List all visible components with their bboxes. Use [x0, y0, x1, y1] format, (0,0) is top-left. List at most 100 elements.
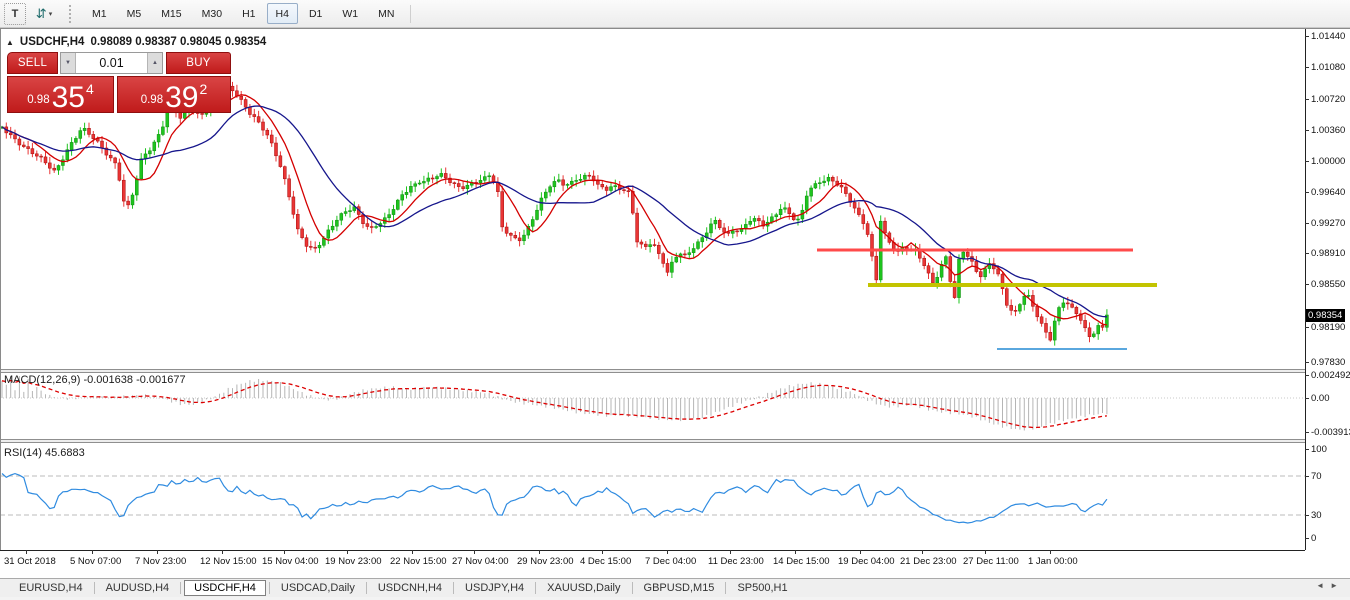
price-axis-tick [1305, 223, 1309, 224]
chart-tab-audusd[interactable]: AUDUSD,H4 [98, 581, 178, 595]
date-axis-label: 14 Dec 15:00 [773, 556, 830, 567]
collapse-triangle-icon[interactable]: ▲ [6, 38, 14, 47]
macd-axis-label: 0.002492 [1311, 370, 1350, 381]
price-axis-tick [1305, 99, 1309, 100]
timeframe-button-h1[interactable]: H1 [233, 3, 264, 24]
macd-indicator-label: MACD(12,26,9) -0.001638 -0.001677 [4, 374, 186, 386]
price-axis-label: 1.01080 [1311, 62, 1346, 73]
chart-symbol-label: USDCHF,H4 [19, 36, 85, 48]
tab-scroll-right-icon[interactable]: ► [1330, 581, 1344, 590]
date-axis-label: 4 Dec 15:00 [580, 556, 632, 567]
date-axis-tick [730, 550, 731, 554]
date-axis-label: 22 Nov 15:00 [390, 556, 447, 567]
tab-separator [631, 582, 633, 594]
timeframe-button-m15[interactable]: M15 [152, 3, 190, 24]
rsi-axis-tick [1305, 449, 1309, 450]
sell-button[interactable]: SELL [7, 52, 58, 74]
chart-tab-bar: EURUSD,H4 AUDUSD,H4 USDCHF,H4 USDCAD,Daily U… [0, 578, 1350, 597]
timeframe-button-w1[interactable]: W1 [333, 3, 367, 24]
arrange-charts-button[interactable]: ⇵ ▾ [28, 3, 60, 25]
date-axis-tick [412, 550, 413, 554]
volume-input[interactable]: 0.01 [76, 53, 147, 73]
volume-increase-button[interactable]: ▲ [147, 53, 162, 73]
chart-tab-usdchf[interactable]: USDCHF,H4 [184, 580, 266, 596]
date-axis-line [0, 550, 1305, 551]
price-axis-tick [1305, 327, 1309, 328]
date-axis-tick [795, 550, 796, 554]
rsi-chart-canvas[interactable] [0, 443, 1305, 550]
date-axis-tick [92, 550, 93, 554]
date-axis-tick [347, 550, 348, 554]
date-axis-tick [602, 550, 603, 554]
mt4-window: T ⇵ ▾ M1 M5 M15 M30 H1 H4 D1 W1 MN ▲ USDCHF,H4 0… [0, 0, 1350, 600]
tab-separator [365, 582, 367, 594]
rsi-axis-tick [1305, 476, 1309, 477]
macd-axis-tick [1305, 375, 1309, 376]
date-axis-label: 31 Oct 2018 [4, 556, 56, 567]
toolbar-separator [410, 4, 412, 23]
buy-price-display[interactable]: 0.98 39 2 [117, 76, 231, 113]
volume-decrease-button[interactable]: ▼ [61, 53, 76, 73]
tab-separator [453, 582, 455, 594]
chart-tab-usdcad[interactable]: USDCAD,Daily [273, 581, 363, 595]
chart-title: ▲ USDCHF,H4 0.98089 0.98387 0.98045 0.98… [6, 36, 266, 48]
tab-separator [93, 582, 95, 594]
date-axis-label: 1 Jan 00:00 [1028, 556, 1078, 567]
chart-tab-sp500[interactable]: SP500,H1 [729, 581, 795, 595]
timeframe-button-m30[interactable]: M30 [193, 3, 231, 24]
rsi-axis-label: 30 [1311, 510, 1322, 521]
rsi-axis-label: 0 [1311, 533, 1317, 544]
timeframe-button-m1[interactable]: M1 [83, 3, 116, 24]
rsi-axis-tick [1305, 515, 1309, 516]
price-axis-tick [1305, 67, 1309, 68]
price-axis-line [1305, 28, 1306, 550]
chart-tab-usdcnh[interactable]: USDCNH,H4 [370, 581, 450, 595]
timeframe-button-m5[interactable]: M5 [118, 3, 151, 24]
date-axis-tick [667, 550, 668, 554]
rsi-axis-label: 100 [1311, 444, 1327, 455]
price-axis-label: 0.98910 [1311, 248, 1346, 259]
date-axis-label: 19 Dec 04:00 [838, 556, 895, 567]
tab-separator [180, 582, 182, 594]
buy-button[interactable]: BUY [166, 52, 231, 74]
macd-axis-label: 0.00 [1311, 393, 1330, 404]
one-click-trading-panel: SELL ▼ 0.01 ▲ BUY 0.98 35 4 0.98 39 2 [7, 52, 231, 113]
tab-scroll-left-icon[interactable]: ◄ [1316, 581, 1330, 590]
sell-price-display[interactable]: 0.98 35 4 [7, 76, 114, 113]
date-axis-label: 12 Nov 15:00 [200, 556, 257, 567]
chart-top-border [0, 28, 1350, 29]
date-axis-label: 21 Dec 23:00 [900, 556, 957, 567]
chart-tab-xauusd[interactable]: XAUUSD,Daily [539, 581, 628, 595]
chart-tab-eurusd[interactable]: EURUSD,H4 [11, 581, 91, 595]
chart-ohlc-values: 0.98089 0.98387 0.98045 0.98354 [90, 36, 267, 48]
macd-axis-tick [1305, 432, 1309, 433]
date-axis-tick [1050, 550, 1051, 554]
price-axis-tick [1305, 161, 1309, 162]
buy-price-prefix: 0.98 [140, 94, 164, 106]
date-axis-tick [474, 550, 475, 554]
up-down-arrows-icon: ⇵ [35, 5, 47, 21]
rsi-axis-label: 70 [1311, 471, 1322, 482]
date-axis-label: 29 Nov 23:00 [517, 556, 574, 567]
text-tool-button[interactable]: T [4, 2, 26, 25]
toolbar-grip[interactable] [69, 4, 76, 23]
price-axis-label: 0.99270 [1311, 218, 1346, 229]
timeframe-group: M1 M5 M15 M30 H1 H4 D1 W1 MN [82, 3, 404, 24]
date-axis-tick [157, 550, 158, 554]
tab-scroll-arrows[interactable]: ◄► [1316, 581, 1344, 590]
price-axis-tick [1305, 362, 1309, 363]
chart-tab-usdjpy[interactable]: USDJPY,H4 [457, 581, 532, 595]
top-toolbar: T ⇵ ▾ M1 M5 M15 M30 H1 H4 D1 W1 MN [0, 0, 1350, 28]
chart-left-border [0, 28, 1, 550]
timeframe-button-d1[interactable]: D1 [300, 3, 331, 24]
price-axis-label: 0.97830 [1311, 357, 1346, 368]
tab-separator [725, 582, 727, 594]
timeframe-button-h4[interactable]: H4 [266, 3, 298, 24]
date-axis-label: 27 Nov 04:00 [452, 556, 509, 567]
timeframe-button-mn[interactable]: MN [369, 3, 403, 24]
date-axis-tick [26, 550, 27, 554]
macd-chart-canvas[interactable] [0, 373, 1305, 439]
chart-tab-gbpusd[interactable]: GBPUSD,M15 [636, 581, 723, 595]
price-axis-tick [1305, 253, 1309, 254]
date-axis-label: 7 Dec 04:00 [645, 556, 697, 567]
